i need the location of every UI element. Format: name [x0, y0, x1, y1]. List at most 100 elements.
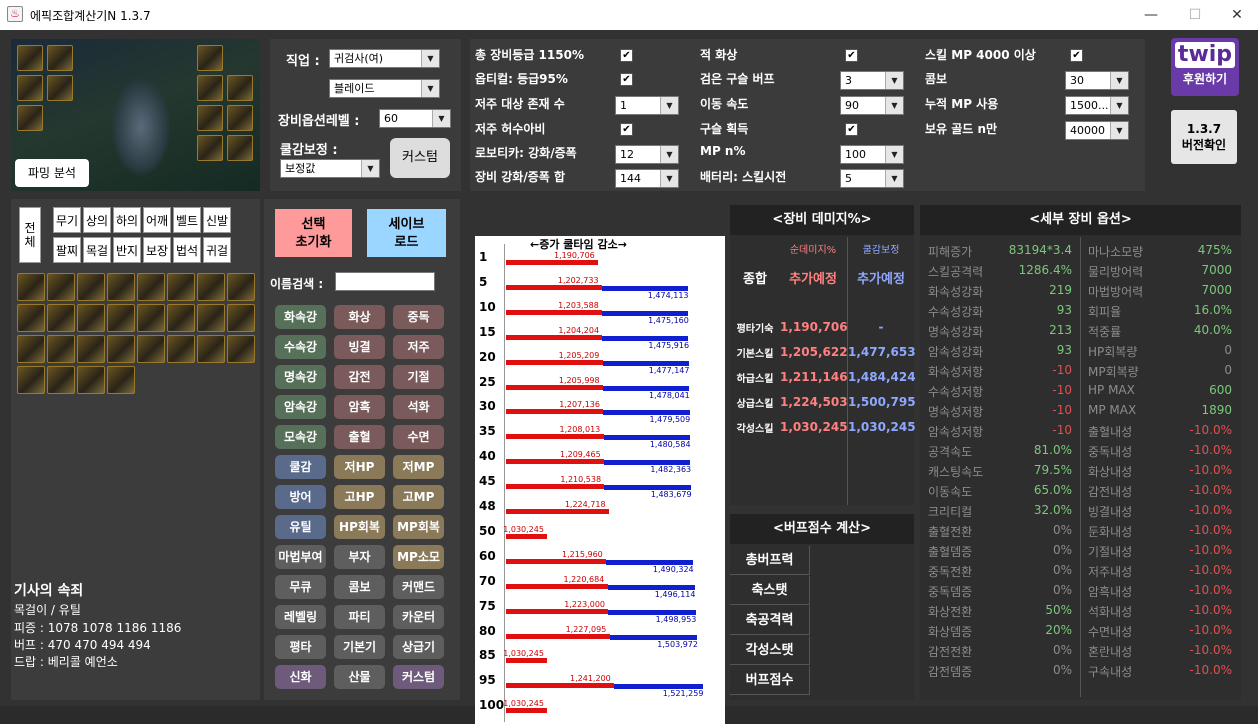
filter-button[interactable]: 방어: [275, 485, 326, 509]
filter-button[interactable]: 카운터: [393, 605, 444, 629]
tab-slot-1[interactable]: 무기: [53, 207, 81, 233]
equip-slot-icon[interactable]: [197, 135, 223, 161]
filter-button[interactable]: 상급기: [393, 635, 444, 659]
tab-slot-4[interactable]: 어깨: [143, 207, 171, 233]
equip-slot-icon[interactable]: [17, 45, 43, 71]
item-icon[interactable]: [107, 366, 135, 394]
item-icon[interactable]: [197, 273, 225, 301]
reset-selection-button[interactable]: 선택 초기화: [275, 209, 352, 257]
item-icon[interactable]: [77, 304, 105, 332]
equip-slot-icon[interactable]: [47, 75, 73, 101]
filter-button[interactable]: 중독: [393, 305, 444, 329]
filter-button[interactable]: 모속강: [275, 425, 326, 449]
filter-button[interactable]: 커스텀: [393, 665, 444, 689]
job-select[interactable]: 귀검사(여) ▼: [329, 49, 440, 68]
custom-button[interactable]: 커스텀: [390, 138, 450, 178]
equip-slot-icon[interactable]: [227, 75, 253, 101]
filter-button[interactable]: 수면: [393, 425, 444, 449]
equip-slot-icon[interactable]: [197, 105, 223, 131]
filter-button[interactable]: 고HP: [334, 485, 385, 509]
equip-slot-icon[interactable]: [17, 75, 43, 101]
filter-button[interactable]: MP회복: [393, 515, 444, 539]
filter-button[interactable]: 암흑: [334, 395, 385, 419]
parsing-button[interactable]: 파밍 분석: [15, 159, 89, 187]
filter-button[interactable]: 화상: [334, 305, 385, 329]
item-icon[interactable]: [47, 304, 75, 332]
equip-slot-icon[interactable]: [227, 105, 253, 131]
filter-button[interactable]: 쿨감: [275, 455, 326, 479]
tab-all[interactable]: 전체: [19, 207, 41, 263]
item-icon[interactable]: [47, 366, 75, 394]
item-icon[interactable]: [77, 366, 105, 394]
item-icon[interactable]: [167, 273, 195, 301]
item-icon[interactable]: [227, 335, 255, 363]
name-search-input[interactable]: [335, 272, 435, 291]
item-icon[interactable]: [77, 335, 105, 363]
tab-slot-3[interactable]: 하의: [113, 207, 141, 233]
item-icon[interactable]: [227, 273, 255, 301]
equip-level-select[interactable]: 60 ▼: [379, 109, 451, 128]
item-icon[interactable]: [137, 304, 165, 332]
filter-button[interactable]: 암속강: [275, 395, 326, 419]
filter-button[interactable]: MP소모: [393, 545, 444, 569]
option-select[interactable]: 30 ▼: [1065, 71, 1129, 90]
option-select[interactable]: 144 ▼: [615, 169, 679, 188]
minimize-button[interactable]: —: [1136, 5, 1166, 25]
item-icon[interactable]: [197, 335, 225, 363]
option-select[interactable]: 90 ▼: [840, 96, 904, 115]
filter-button[interactable]: 저MP: [393, 455, 444, 479]
item-icon[interactable]: [17, 335, 45, 363]
item-icon[interactable]: [77, 273, 105, 301]
item-icon[interactable]: [197, 304, 225, 332]
item-icon[interactable]: [17, 304, 45, 332]
tab-slot-6[interactable]: 신발: [203, 207, 231, 233]
filter-button[interactable]: 산물: [334, 665, 385, 689]
filter-button[interactable]: 저주: [393, 335, 444, 359]
subjob-select[interactable]: 블레이드 ▼: [329, 79, 440, 98]
tab-slot-12[interactable]: 귀걸: [203, 237, 231, 263]
item-icon[interactable]: [137, 273, 165, 301]
equip-slot-icon[interactable]: [47, 45, 73, 71]
filter-button[interactable]: 감전: [334, 365, 385, 389]
equip-slot-icon[interactable]: [197, 75, 223, 101]
version-check-button[interactable]: 1.3.7 버전확인: [1171, 110, 1237, 164]
filter-button[interactable]: 화속강: [275, 305, 326, 329]
item-icon[interactable]: [17, 366, 45, 394]
item-icon[interactable]: [167, 304, 195, 332]
item-icon[interactable]: [107, 304, 135, 332]
option-checkbox[interactable]: ✔: [620, 49, 633, 62]
filter-button[interactable]: 유틸: [275, 515, 326, 539]
filter-button[interactable]: 커맨드: [393, 575, 444, 599]
option-select[interactable]: 1500... ▼: [1065, 96, 1129, 115]
twip-donate-button[interactable]: twip 후원하기: [1171, 38, 1239, 96]
item-icon[interactable]: [107, 335, 135, 363]
save-load-button[interactable]: 세이브 로드: [367, 209, 446, 257]
coolreduce-select[interactable]: 보정값 ▼: [280, 159, 380, 178]
tab-slot-2[interactable]: 상의: [83, 207, 111, 233]
filter-button[interactable]: 콤보: [334, 575, 385, 599]
tab-slot-8[interactable]: 목걸: [83, 237, 111, 263]
filter-button[interactable]: 파티: [334, 605, 385, 629]
option-select[interactable]: 1 ▼: [615, 96, 679, 115]
filter-button[interactable]: 고MP: [393, 485, 444, 509]
option-checkbox[interactable]: ✔: [620, 73, 633, 86]
tab-slot-7[interactable]: 팔찌: [53, 237, 81, 263]
filter-button[interactable]: 빙결: [334, 335, 385, 359]
item-icon[interactable]: [107, 273, 135, 301]
filter-button[interactable]: 기절: [393, 365, 444, 389]
filter-button[interactable]: 레벨링: [275, 605, 326, 629]
option-select[interactable]: 5 ▼: [840, 169, 904, 188]
filter-button[interactable]: 신화: [275, 665, 326, 689]
filter-button[interactable]: 수속강: [275, 335, 326, 359]
tab-slot-10[interactable]: 보장: [143, 237, 171, 263]
tab-slot-5[interactable]: 벨트: [173, 207, 201, 233]
filter-button[interactable]: 출혈: [334, 425, 385, 449]
filter-button[interactable]: 무큐: [275, 575, 326, 599]
option-checkbox[interactable]: ✔: [620, 123, 633, 136]
filter-button[interactable]: 마법부여: [275, 545, 326, 569]
equip-slot-icon[interactable]: [227, 135, 253, 161]
option-select[interactable]: 3 ▼: [840, 71, 904, 90]
item-icon[interactable]: [47, 335, 75, 363]
filter-button[interactable]: 기본기: [334, 635, 385, 659]
option-checkbox[interactable]: ✔: [845, 123, 858, 136]
